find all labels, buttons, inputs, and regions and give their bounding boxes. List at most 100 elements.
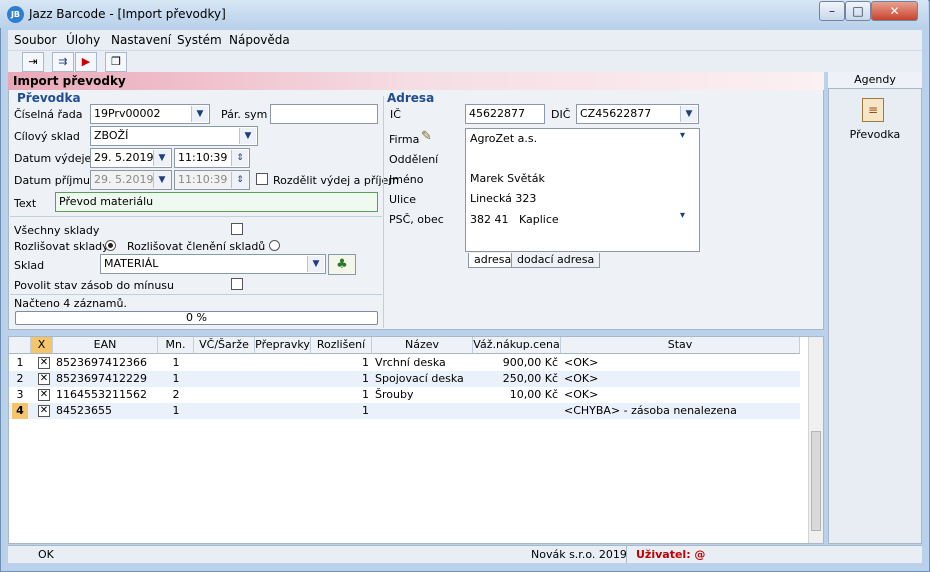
vsechny-sklady-checkbox[interactable] [231, 223, 243, 235]
chevron-down-icon: ▼ [153, 150, 170, 166]
cell-n: 3 [16, 388, 24, 401]
par-sym-input[interactable] [270, 104, 378, 124]
text-label: Text [14, 197, 37, 210]
scrollbar[interactable] [808, 337, 823, 543]
col-header-cena[interactable]: Váž.nákup.cena [473, 337, 561, 354]
jmeno-label: Jméno [389, 173, 424, 186]
progress-bar: 0 % [15, 311, 378, 325]
minimize-button[interactable]: – [819, 1, 845, 21]
col-header-rozliseni[interactable]: Rozlišení [311, 337, 372, 354]
menu-bar: Soubor Úlohy Nastavení Systém Nápověda [8, 30, 922, 50]
dic-select[interactable]: CZ45622877 ▼ [576, 104, 699, 124]
obec-value[interactable]: Kaplice [519, 213, 559, 226]
row-checkbox[interactable]: ✕ [38, 405, 50, 417]
vertical-divider [383, 96, 384, 328]
menu-nastaveni[interactable]: Nastavení [111, 33, 171, 47]
exit-icon[interactable]: ⇥ [22, 52, 44, 72]
cell-n: 2 [16, 372, 24, 385]
rozdelit-checkbox[interactable] [256, 173, 268, 185]
address-book-icon[interactable]: ✎ [421, 129, 432, 144]
tab-adresa[interactable]: adresa [468, 253, 518, 268]
cell-nazev: Vrchní deska [375, 356, 446, 369]
chevron-down-icon: ▼ [680, 106, 697, 122]
col-header-stav[interactable]: Stav [561, 337, 800, 354]
datum-vydeje-input[interactable]: 29. 5.2019 ▼ [90, 148, 172, 168]
rozlisovat-sklady-label: Rozlišovat sklady [14, 240, 109, 253]
spin-icon[interactable]: ⇕ [231, 150, 248, 166]
povolit-checkbox[interactable] [231, 278, 243, 290]
col-header-nazev[interactable]: Název [372, 337, 473, 354]
cell-nazev: Šrouby [375, 388, 414, 401]
cell-mn: 1 [172, 372, 180, 385]
row-checkbox[interactable]: ✕ [38, 357, 50, 369]
cell-mn: 2 [172, 388, 180, 401]
ciselna-rada-select[interactable]: 19Prv00002 ▼ [90, 104, 210, 124]
row-checkbox[interactable]: ✕ [38, 389, 50, 401]
agenda-item-prevodka[interactable]: Převodka [828, 128, 922, 141]
cell-nazev: Spojovací deska [375, 372, 464, 385]
menu-napoveda[interactable]: Nápověda [229, 33, 290, 47]
col-header-select[interactable]: X [31, 337, 53, 354]
more-icon[interactable]: ▾ [680, 130, 685, 141]
sklad-select[interactable]: MATERIÁL ▼ [100, 254, 326, 274]
rozlisovat-cleneni-radio[interactable] [269, 240, 280, 251]
more-icon[interactable]: ▾ [680, 210, 685, 221]
rozlisovat-sklady-radio[interactable] [105, 240, 116, 251]
cell-ean: 8523697412229 [56, 372, 147, 385]
menu-soubor[interactable]: Soubor [14, 33, 56, 47]
divider [10, 216, 382, 217]
cas-vydeje-input[interactable]: 11:10:39 ⇕ [174, 148, 250, 168]
divider [10, 294, 382, 295]
col-header-ean[interactable]: EAN [53, 337, 158, 354]
cell-rozl: 1 [362, 356, 369, 369]
menu-ulohy[interactable]: Úlohy [66, 33, 100, 47]
cas-prijmu-input: 11:10:39 ⇕ [174, 170, 250, 190]
scrollbar-thumb[interactable] [811, 431, 821, 531]
cell-cena: 250,00 Kč [502, 372, 558, 385]
import-icon[interactable]: ▶ [75, 52, 97, 72]
cell-mn: 1 [172, 404, 180, 417]
cilovy-sklad-label: Cílový sklad [14, 130, 80, 143]
cell-stav: <OK> [564, 356, 599, 369]
ic-input[interactable]: 45622877 [465, 104, 545, 124]
firma-value[interactable]: AgroZet a.s. [470, 132, 537, 145]
col-header-prepravky[interactable]: Přepravky [255, 337, 311, 354]
maximize-button[interactable]: □ [845, 1, 871, 21]
firma-label: Firma [389, 133, 420, 146]
spin-icon: ⇕ [231, 172, 248, 188]
datum-prijmu-input: 29. 5.2019 ▼ [90, 170, 172, 190]
ulice-label: Ulice [389, 193, 416, 206]
menu-system[interactable]: Systém [177, 33, 222, 47]
cell-n: 1 [16, 356, 24, 369]
ulice-value[interactable]: Linecká 323 [470, 192, 536, 205]
cell-ean: 8523697412366 [56, 356, 147, 369]
agenda-panel [828, 72, 922, 544]
col-header-mn[interactable]: Mn. [158, 337, 194, 354]
cilovy-sklad-select[interactable]: ZBOŽÍ ▼ [90, 126, 258, 146]
datum-prijmu-label: Datum příjmu [14, 174, 91, 187]
document-icon[interactable]: ≡ [862, 98, 884, 122]
datum-vydeje-label: Datum výdeje [14, 152, 92, 165]
cell-rozl: 1 [362, 404, 369, 417]
nacteno-text: Načteno 4 záznamů. [14, 297, 127, 310]
cell-stav: <CHYBA> - zásoba nenalezena [564, 404, 737, 417]
copy-icon[interactable]: ❐ [105, 52, 127, 72]
row-checkbox[interactable]: ✕ [38, 373, 50, 385]
dic-label: DIČ [551, 108, 571, 121]
tab-dodaci-adresa[interactable]: dodací adresa [511, 253, 601, 268]
tree-icon[interactable]: ♣ [328, 254, 356, 275]
vsechny-sklady-label: Všechny sklady [14, 224, 100, 237]
rozlisovat-cleneni-label: Rozlišovat členění skladů [127, 240, 266, 253]
agenda-header: Agendy [828, 72, 922, 89]
col-header-sarze[interactable]: VČ/Šarže [194, 337, 255, 354]
toolbar: ⇥ ⇉ ▶ ❐ [8, 50, 922, 72]
cell-stav: <OK> [564, 372, 599, 385]
jmeno-value[interactable]: Marek Světák [470, 172, 545, 185]
text-input[interactable]: Převod materiálu [55, 192, 378, 212]
form-header: Import převodky [8, 72, 824, 90]
psc-value[interactable]: 382 41 [470, 213, 509, 226]
address-panel [465, 128, 700, 252]
close-button[interactable]: ✕ [871, 1, 918, 21]
cell-cena: 10,00 Kč [509, 388, 558, 401]
transfer-icon[interactable]: ⇉ [52, 52, 74, 72]
